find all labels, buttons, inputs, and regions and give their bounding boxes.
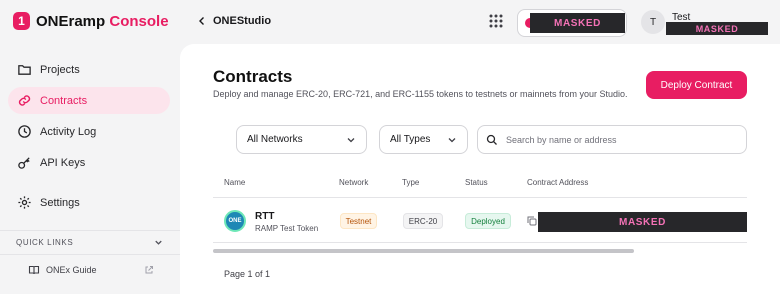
brand-logo: 1 xyxy=(13,12,30,30)
apps-grid-icon[interactable] xyxy=(488,13,504,29)
column-header-status: Status xyxy=(465,178,488,187)
quick-link-label: ONEx Guide xyxy=(46,265,97,275)
clock-icon xyxy=(16,124,32,140)
table-row-divider xyxy=(213,242,747,243)
table-header-divider xyxy=(213,197,747,198)
contract-address-masked: MASKED xyxy=(538,212,747,232)
sidebar-item-api-keys[interactable]: API Keys xyxy=(8,149,170,176)
sidebar-item-label: Settings xyxy=(40,196,80,209)
quick-link-onex-guide[interactable]: ONEx Guide xyxy=(28,264,154,276)
quick-links-label: QUICK LINKS xyxy=(16,238,74,247)
brand[interactable]: 1 ONEramp Console xyxy=(13,12,169,30)
avatar[interactable]: T xyxy=(641,10,665,34)
sidebar: 1 ONEramp Console Projects Contracts Act… xyxy=(0,0,180,294)
link-icon xyxy=(16,93,32,109)
deploy-contract-button[interactable]: Deploy Contract xyxy=(646,71,747,99)
column-header-network: Network xyxy=(339,178,369,187)
main-panel: Contracts Deploy and manage ERC-20, ERC-… xyxy=(180,44,780,294)
chevron-left-icon xyxy=(199,17,204,25)
status-badge: Deployed xyxy=(465,213,511,229)
column-header-type: Type xyxy=(402,178,420,187)
brand-name: ONEramp Console xyxy=(36,12,169,30)
page-title: Contracts xyxy=(213,67,293,86)
external-link-icon xyxy=(145,266,153,274)
search-box xyxy=(477,125,747,154)
breadcrumb-label: ONEStudio xyxy=(213,15,272,27)
wallet-button[interactable]: MASKED xyxy=(517,9,627,37)
sidebar-item-label: Projects xyxy=(40,63,80,76)
type-filter-value: All Types xyxy=(390,134,431,145)
folder-icon xyxy=(16,62,32,78)
search-input[interactable] xyxy=(506,134,736,145)
quick-links-toggle[interactable]: QUICK LINKS xyxy=(0,230,180,255)
pagination-label: Page 1 of 1 xyxy=(224,269,271,279)
sidebar-item-label: Activity Log xyxy=(40,125,97,138)
book-icon xyxy=(28,265,40,275)
network-filter-value: All Networks xyxy=(247,134,303,145)
chevron-down-icon xyxy=(347,137,355,142)
sidebar-item-label: API Keys xyxy=(40,156,86,169)
gear-icon xyxy=(16,195,32,211)
search-icon xyxy=(486,134,497,145)
chevron-down-icon xyxy=(448,137,456,142)
token-full-name: RAMP Test Token xyxy=(255,224,319,233)
token-symbol: RTT xyxy=(255,211,275,222)
column-header-contract-address: Contract Address xyxy=(527,178,589,187)
chevron-down-icon xyxy=(155,240,162,245)
token-logo: ONE xyxy=(224,210,246,232)
copy-icon[interactable] xyxy=(527,216,537,226)
sidebar-item-label: Contracts xyxy=(40,94,88,107)
type-filter-select[interactable]: All Types xyxy=(379,125,468,154)
sidebar-item-projects[interactable]: Projects xyxy=(8,56,170,83)
key-icon xyxy=(16,155,32,171)
wallet-address-masked: MASKED xyxy=(530,13,625,33)
breadcrumb[interactable]: ONEStudio xyxy=(197,15,271,27)
page-subtitle: Deploy and manage ERC-20, ERC-721, and E… xyxy=(213,89,628,99)
user-email-masked: MASKED xyxy=(666,22,768,35)
column-header-name: Name xyxy=(224,178,246,187)
sidebar-item-contracts[interactable]: Contracts xyxy=(8,87,170,114)
brand-accent: Console xyxy=(109,12,169,30)
sidebar-item-settings[interactable]: Settings xyxy=(8,189,170,216)
top-bar: ONEStudio MASKED T Test MASKED xyxy=(180,0,780,44)
table-horizontal-scrollbar[interactable] xyxy=(213,249,634,253)
network-badge: Testnet xyxy=(340,213,377,229)
sidebar-item-activity-log[interactable]: Activity Log xyxy=(8,118,170,145)
network-filter-select[interactable]: All Networks xyxy=(236,125,367,154)
type-badge: ERC-20 xyxy=(403,213,443,229)
